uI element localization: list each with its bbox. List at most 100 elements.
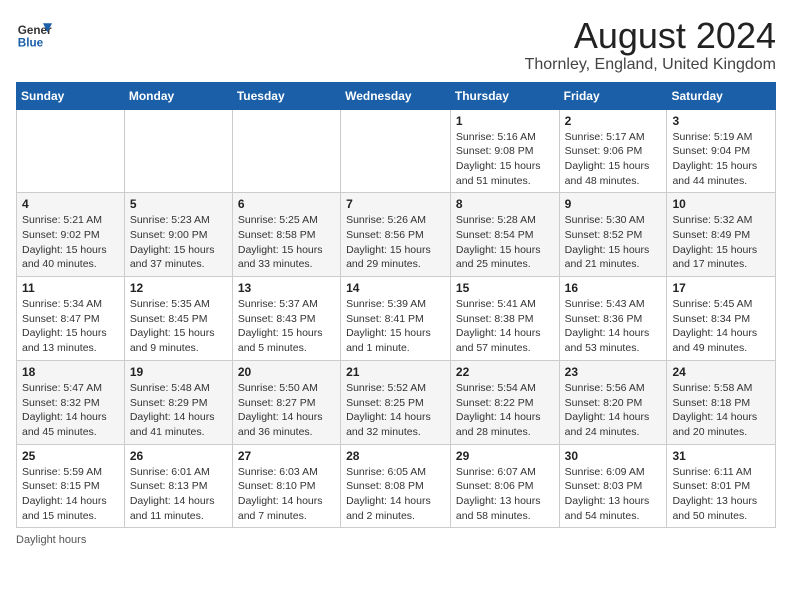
day-info: Sunrise: 5:16 AM Sunset: 9:08 PM Dayligh… [456,130,554,189]
day-number: 4 [22,197,119,211]
calendar-cell: 17 Sunrise: 5:45 AM Sunset: 8:34 PM Dayli… [667,277,776,361]
calendar-week-row: 18Sunrise: 5:47 AM Sunset: 8:32 PM Dayli… [17,360,776,444]
calendar-cell: 31 Sunrise: 6:11 AM Sunset: 8:01 PM Dayli… [667,444,776,528]
day-number: 22 [456,365,554,379]
day-info: Sunrise: 5:30 AM Sunset: 8:52 PM Dayligh… [565,213,662,272]
day-number: 28 [346,449,445,463]
day-number: 16 [565,281,662,295]
day-number: 27 [238,449,335,463]
day-number: 8 [456,197,554,211]
day-number: 3 [672,114,770,128]
calendar-cell: 8 Sunrise: 5:28 AM Sunset: 8:54 PM Daylig… [450,193,559,277]
day-number: 7 [346,197,445,211]
calendar-cell: 20Sunrise: 5:50 AM Sunset: 8:27 PM Dayli… [232,360,340,444]
calendar-cell [124,109,232,193]
calendar-cell: 2 Sunrise: 5:17 AM Sunset: 9:06 PM Daylig… [559,109,667,193]
day-number: 2 [565,114,662,128]
calendar-cell: 18Sunrise: 5:47 AM Sunset: 8:32 PM Dayli… [17,360,125,444]
day-info: Sunrise: 5:28 AM Sunset: 8:54 PM Dayligh… [456,213,554,272]
day-info: Sunrise: 5:23 AM Sunset: 9:00 PM Dayligh… [130,213,227,272]
day-info: Sunrise: 5:32 AM Sunset: 8:49 PM Dayligh… [672,213,770,272]
day-number: 29 [456,449,554,463]
day-info: Sunrise: 5:19 AM Sunset: 9:04 PM Dayligh… [672,130,770,189]
day-info: Sunrise: 5:45 AM Sunset: 8:34 PM Dayligh… [672,297,770,356]
day-info: Sunrise: 5:58 AM Sunset: 8:18 PM Dayligh… [672,381,770,440]
day-of-week-header: Monday [124,82,232,109]
day-info: Sunrise: 5:43 AM Sunset: 8:36 PM Dayligh… [565,297,662,356]
day-info: Sunrise: 5:50 AM Sunset: 8:27 PM Dayligh… [238,381,335,440]
day-number: 11 [22,281,119,295]
day-info: Sunrise: 5:48 AM Sunset: 8:29 PM Dayligh… [130,381,227,440]
calendar-cell: 21 Sunrise: 5:52 AM Sunset: 8:25 PM Dayli… [341,360,451,444]
day-info: Sunrise: 5:21 AM Sunset: 9:02 PM Dayligh… [22,213,119,272]
calendar-week-row: 25Sunrise: 5:59 AM Sunset: 8:15 PM Dayli… [17,444,776,528]
calendar-cell: 13 Sunrise: 5:37 AM Sunset: 8:43 PM Dayli… [232,277,340,361]
calendar-cell [341,109,451,193]
day-info: Sunrise: 5:17 AM Sunset: 9:06 PM Dayligh… [565,130,662,189]
calendar-cell [17,109,125,193]
day-number: 26 [130,449,227,463]
calendar-cell: 11Sunrise: 5:34 AM Sunset: 8:47 PM Dayli… [17,277,125,361]
day-of-week-header: Sunday [17,82,125,109]
day-of-week-header: Tuesday [232,82,340,109]
day-info: Sunrise: 6:07 AM Sunset: 8:06 PM Dayligh… [456,465,554,524]
day-info: Sunrise: 5:54 AM Sunset: 8:22 PM Dayligh… [456,381,554,440]
calendar-cell: 15 Sunrise: 5:41 AM Sunset: 8:38 PM Dayli… [450,277,559,361]
calendar-cell: 1 Sunrise: 5:16 AM Sunset: 9:08 PM Daylig… [450,109,559,193]
month-year-title: August 2024 [525,16,776,56]
calendar-cell: 9 Sunrise: 5:30 AM Sunset: 8:52 PM Daylig… [559,193,667,277]
day-info: Sunrise: 6:11 AM Sunset: 8:01 PM Dayligh… [672,465,770,524]
day-number: 15 [456,281,554,295]
day-number: 9 [565,197,662,211]
day-number: 1 [456,114,554,128]
day-number: 13 [238,281,335,295]
calendar-cell: 14 Sunrise: 5:39 AM Sunset: 8:41 PM Dayli… [341,277,451,361]
calendar-cell: 30 Sunrise: 6:09 AM Sunset: 8:03 PM Dayli… [559,444,667,528]
calendar-week-row: 4 Sunrise: 5:21 AM Sunset: 9:02 PM Daylig… [17,193,776,277]
calendar-cell: 29 Sunrise: 6:07 AM Sunset: 8:06 PM Dayli… [450,444,559,528]
day-number: 12 [130,281,227,295]
day-info: Sunrise: 6:09 AM Sunset: 8:03 PM Dayligh… [565,465,662,524]
day-number: 18 [22,365,119,379]
day-info: Sunrise: 5:35 AM Sunset: 8:45 PM Dayligh… [130,297,227,356]
calendar-header-row: SundayMondayTuesdayWednesdayThursdayFrid… [17,82,776,109]
calendar-cell: 23Sunrise: 5:56 AM Sunset: 8:20 PM Dayli… [559,360,667,444]
day-info: Sunrise: 5:39 AM Sunset: 8:41 PM Dayligh… [346,297,445,356]
calendar-cell [232,109,340,193]
calendar-cell: 26 Sunrise: 6:01 AM Sunset: 8:13 PM Dayli… [124,444,232,528]
calendar-week-row: 1 Sunrise: 5:16 AM Sunset: 9:08 PM Daylig… [17,109,776,193]
day-number: 30 [565,449,662,463]
day-number: 17 [672,281,770,295]
calendar-cell: 7Sunrise: 5:26 AM Sunset: 8:56 PM Daylig… [341,193,451,277]
calendar-cell: 3 Sunrise: 5:19 AM Sunset: 9:04 PM Daylig… [667,109,776,193]
day-number: 21 [346,365,445,379]
day-number: 31 [672,449,770,463]
calendar-cell: 4 Sunrise: 5:21 AM Sunset: 9:02 PM Daylig… [17,193,125,277]
day-info: Sunrise: 5:52 AM Sunset: 8:25 PM Dayligh… [346,381,445,440]
day-of-week-header: Thursday [450,82,559,109]
day-info: Sunrise: 5:37 AM Sunset: 8:43 PM Dayligh… [238,297,335,356]
day-of-week-header: Wednesday [341,82,451,109]
day-number: 14 [346,281,445,295]
day-number: 23 [565,365,662,379]
day-number: 24 [672,365,770,379]
calendar-cell: 10 Sunrise: 5:32 AM Sunset: 8:49 PM Dayli… [667,193,776,277]
daylight-hours-label: Daylight hours [16,534,86,546]
day-info: Sunrise: 6:01 AM Sunset: 8:13 PM Dayligh… [130,465,227,524]
day-info: Sunrise: 6:03 AM Sunset: 8:10 PM Dayligh… [238,465,335,524]
day-number: 10 [672,197,770,211]
calendar-cell: 16 Sunrise: 5:43 AM Sunset: 8:36 PM Dayli… [559,277,667,361]
day-info: Sunrise: 5:41 AM Sunset: 8:38 PM Dayligh… [456,297,554,356]
logo-icon: General Blue [16,16,52,52]
day-info: Sunrise: 5:25 AM Sunset: 8:58 PM Dayligh… [238,213,335,272]
calendar-cell: 28Sunrise: 6:05 AM Sunset: 8:08 PM Dayli… [341,444,451,528]
svg-text:Blue: Blue [18,37,44,50]
calendar-cell: 24 Sunrise: 5:58 AM Sunset: 8:18 PM Dayli… [667,360,776,444]
calendar-cell: 19Sunrise: 5:48 AM Sunset: 8:29 PM Dayli… [124,360,232,444]
calendar-cell: 22 Sunrise: 5:54 AM Sunset: 8:22 PM Dayli… [450,360,559,444]
calendar-cell: 12 Sunrise: 5:35 AM Sunset: 8:45 PM Dayli… [124,277,232,361]
calendar-week-row: 11Sunrise: 5:34 AM Sunset: 8:47 PM Dayli… [17,277,776,361]
location-subtitle: Thornley, England, United Kingdom [525,56,776,74]
calendar-cell: 5Sunrise: 5:23 AM Sunset: 9:00 PM Daylig… [124,193,232,277]
calendar-cell: 27 Sunrise: 6:03 AM Sunset: 8:10 PM Dayli… [232,444,340,528]
